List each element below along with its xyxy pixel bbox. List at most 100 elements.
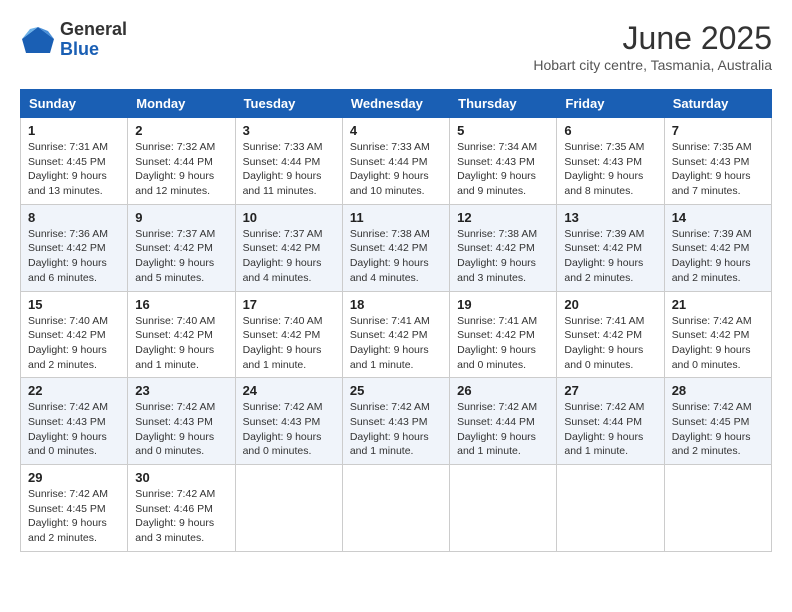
day-number: 3 <box>243 123 335 138</box>
day-info: Sunrise: 7:41 AM Sunset: 4:42 PM Dayligh… <box>350 314 442 373</box>
day-info: Sunrise: 7:37 AM Sunset: 4:42 PM Dayligh… <box>243 227 335 286</box>
calendar-table: Sunday Monday Tuesday Wednesday Thursday… <box>20 89 772 552</box>
day-number: 28 <box>672 383 764 398</box>
day-number: 16 <box>135 297 227 312</box>
table-row: 1 Sunrise: 7:31 AM Sunset: 4:45 PM Dayli… <box>21 118 128 205</box>
day-info: Sunrise: 7:42 AM Sunset: 4:42 PM Dayligh… <box>672 314 764 373</box>
table-row: 22 Sunrise: 7:42 AM Sunset: 4:43 PM Dayl… <box>21 378 128 465</box>
month-title: June 2025 <box>533 20 772 57</box>
day-info: Sunrise: 7:33 AM Sunset: 4:44 PM Dayligh… <box>243 140 335 199</box>
calendar-header-row: Sunday Monday Tuesday Wednesday Thursday… <box>21 90 772 118</box>
day-number: 21 <box>672 297 764 312</box>
day-number: 19 <box>457 297 549 312</box>
calendar-week-3: 15 Sunrise: 7:40 AM Sunset: 4:42 PM Dayl… <box>21 291 772 378</box>
table-row: 11 Sunrise: 7:38 AM Sunset: 4:42 PM Dayl… <box>342 204 449 291</box>
table-row <box>450 465 557 552</box>
header-monday: Monday <box>128 90 235 118</box>
day-info: Sunrise: 7:42 AM Sunset: 4:43 PM Dayligh… <box>135 400 227 459</box>
day-number: 12 <box>457 210 549 225</box>
day-number: 5 <box>457 123 549 138</box>
day-info: Sunrise: 7:42 AM Sunset: 4:45 PM Dayligh… <box>28 487 120 546</box>
day-info: Sunrise: 7:42 AM Sunset: 4:43 PM Dayligh… <box>28 400 120 459</box>
day-number: 17 <box>243 297 335 312</box>
day-info: Sunrise: 7:40 AM Sunset: 4:42 PM Dayligh… <box>28 314 120 373</box>
day-number: 30 <box>135 470 227 485</box>
calendar-week-2: 8 Sunrise: 7:36 AM Sunset: 4:42 PM Dayli… <box>21 204 772 291</box>
day-info: Sunrise: 7:40 AM Sunset: 4:42 PM Dayligh… <box>135 314 227 373</box>
table-row <box>557 465 664 552</box>
day-info: Sunrise: 7:36 AM Sunset: 4:42 PM Dayligh… <box>28 227 120 286</box>
day-number: 14 <box>672 210 764 225</box>
table-row: 15 Sunrise: 7:40 AM Sunset: 4:42 PM Dayl… <box>21 291 128 378</box>
table-row: 30 Sunrise: 7:42 AM Sunset: 4:46 PM Dayl… <box>128 465 235 552</box>
day-number: 7 <box>672 123 764 138</box>
day-number: 25 <box>350 383 442 398</box>
day-number: 4 <box>350 123 442 138</box>
page-header: General Blue June 2025 Hobart city centr… <box>20 20 772 73</box>
day-info: Sunrise: 7:41 AM Sunset: 4:42 PM Dayligh… <box>457 314 549 373</box>
day-number: 18 <box>350 297 442 312</box>
day-number: 6 <box>564 123 656 138</box>
logo-text: General Blue <box>60 20 127 60</box>
day-info: Sunrise: 7:38 AM Sunset: 4:42 PM Dayligh… <box>350 227 442 286</box>
day-number: 2 <box>135 123 227 138</box>
table-row: 4 Sunrise: 7:33 AM Sunset: 4:44 PM Dayli… <box>342 118 449 205</box>
title-section: June 2025 Hobart city centre, Tasmania, … <box>533 20 772 73</box>
logo: General Blue <box>20 20 127 60</box>
day-number: 15 <box>28 297 120 312</box>
calendar-week-1: 1 Sunrise: 7:31 AM Sunset: 4:45 PM Dayli… <box>21 118 772 205</box>
day-info: Sunrise: 7:42 AM Sunset: 4:46 PM Dayligh… <box>135 487 227 546</box>
calendar-week-5: 29 Sunrise: 7:42 AM Sunset: 4:45 PM Dayl… <box>21 465 772 552</box>
day-info: Sunrise: 7:42 AM Sunset: 4:45 PM Dayligh… <box>672 400 764 459</box>
day-number: 23 <box>135 383 227 398</box>
day-number: 24 <box>243 383 335 398</box>
day-number: 1 <box>28 123 120 138</box>
table-row: 2 Sunrise: 7:32 AM Sunset: 4:44 PM Dayli… <box>128 118 235 205</box>
day-info: Sunrise: 7:39 AM Sunset: 4:42 PM Dayligh… <box>564 227 656 286</box>
header-wednesday: Wednesday <box>342 90 449 118</box>
header-saturday: Saturday <box>664 90 771 118</box>
table-row <box>664 465 771 552</box>
day-info: Sunrise: 7:42 AM Sunset: 4:43 PM Dayligh… <box>350 400 442 459</box>
table-row: 21 Sunrise: 7:42 AM Sunset: 4:42 PM Dayl… <box>664 291 771 378</box>
table-row: 6 Sunrise: 7:35 AM Sunset: 4:43 PM Dayli… <box>557 118 664 205</box>
location-title: Hobart city centre, Tasmania, Australia <box>533 57 772 73</box>
table-row: 20 Sunrise: 7:41 AM Sunset: 4:42 PM Dayl… <box>557 291 664 378</box>
day-number: 8 <box>28 210 120 225</box>
table-row <box>235 465 342 552</box>
table-row: 13 Sunrise: 7:39 AM Sunset: 4:42 PM Dayl… <box>557 204 664 291</box>
day-number: 20 <box>564 297 656 312</box>
table-row: 7 Sunrise: 7:35 AM Sunset: 4:43 PM Dayli… <box>664 118 771 205</box>
day-info: Sunrise: 7:34 AM Sunset: 4:43 PM Dayligh… <box>457 140 549 199</box>
table-row: 14 Sunrise: 7:39 AM Sunset: 4:42 PM Dayl… <box>664 204 771 291</box>
table-row: 5 Sunrise: 7:34 AM Sunset: 4:43 PM Dayli… <box>450 118 557 205</box>
table-row: 27 Sunrise: 7:42 AM Sunset: 4:44 PM Dayl… <box>557 378 664 465</box>
table-row: 17 Sunrise: 7:40 AM Sunset: 4:42 PM Dayl… <box>235 291 342 378</box>
day-info: Sunrise: 7:38 AM Sunset: 4:42 PM Dayligh… <box>457 227 549 286</box>
header-sunday: Sunday <box>21 90 128 118</box>
header-friday: Friday <box>557 90 664 118</box>
day-info: Sunrise: 7:32 AM Sunset: 4:44 PM Dayligh… <box>135 140 227 199</box>
table-row: 9 Sunrise: 7:37 AM Sunset: 4:42 PM Dayli… <box>128 204 235 291</box>
day-info: Sunrise: 7:39 AM Sunset: 4:42 PM Dayligh… <box>672 227 764 286</box>
day-info: Sunrise: 7:42 AM Sunset: 4:43 PM Dayligh… <box>243 400 335 459</box>
day-info: Sunrise: 7:31 AM Sunset: 4:45 PM Dayligh… <box>28 140 120 199</box>
header-tuesday: Tuesday <box>235 90 342 118</box>
table-row: 12 Sunrise: 7:38 AM Sunset: 4:42 PM Dayl… <box>450 204 557 291</box>
day-info: Sunrise: 7:35 AM Sunset: 4:43 PM Dayligh… <box>564 140 656 199</box>
table-row: 19 Sunrise: 7:41 AM Sunset: 4:42 PM Dayl… <box>450 291 557 378</box>
table-row: 18 Sunrise: 7:41 AM Sunset: 4:42 PM Dayl… <box>342 291 449 378</box>
day-number: 27 <box>564 383 656 398</box>
table-row: 25 Sunrise: 7:42 AM Sunset: 4:43 PM Dayl… <box>342 378 449 465</box>
table-row: 29 Sunrise: 7:42 AM Sunset: 4:45 PM Dayl… <box>21 465 128 552</box>
table-row: 26 Sunrise: 7:42 AM Sunset: 4:44 PM Dayl… <box>450 378 557 465</box>
table-row: 10 Sunrise: 7:37 AM Sunset: 4:42 PM Dayl… <box>235 204 342 291</box>
day-info: Sunrise: 7:41 AM Sunset: 4:42 PM Dayligh… <box>564 314 656 373</box>
table-row: 16 Sunrise: 7:40 AM Sunset: 4:42 PM Dayl… <box>128 291 235 378</box>
table-row: 28 Sunrise: 7:42 AM Sunset: 4:45 PM Dayl… <box>664 378 771 465</box>
table-row <box>342 465 449 552</box>
table-row: 24 Sunrise: 7:42 AM Sunset: 4:43 PM Dayl… <box>235 378 342 465</box>
calendar-week-4: 22 Sunrise: 7:42 AM Sunset: 4:43 PM Dayl… <box>21 378 772 465</box>
table-row: 3 Sunrise: 7:33 AM Sunset: 4:44 PM Dayli… <box>235 118 342 205</box>
day-number: 26 <box>457 383 549 398</box>
